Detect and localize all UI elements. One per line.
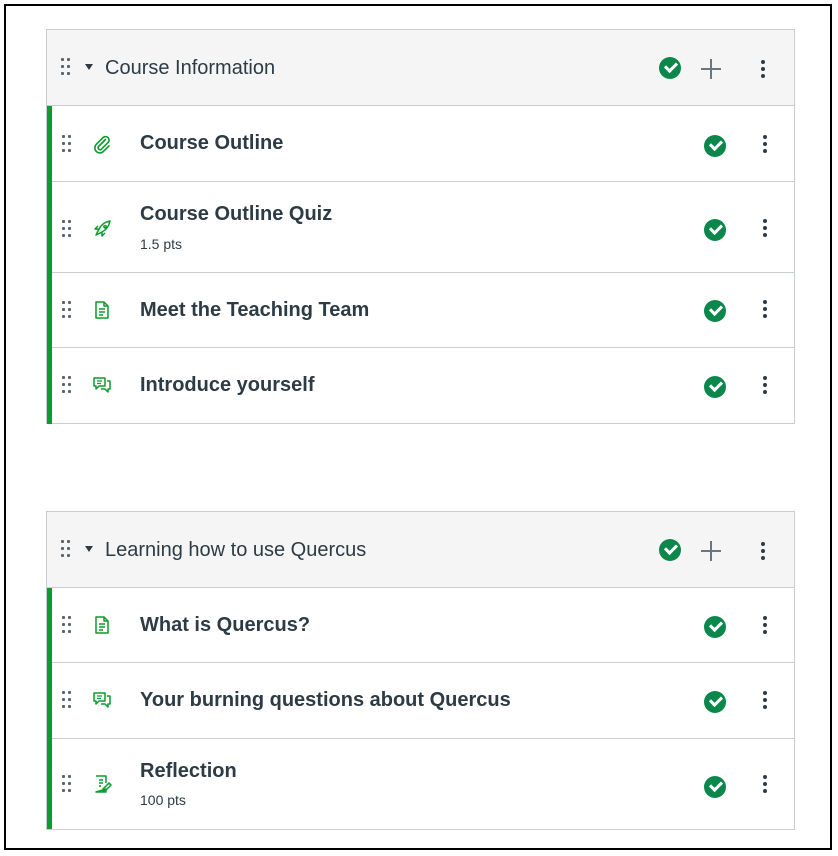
- published-check-icon[interactable]: [704, 776, 726, 798]
- published-check-icon[interactable]: [659, 57, 681, 79]
- module-item[interactable]: Your burning questions about Quercus: [52, 663, 794, 739]
- page-document-icon: [92, 300, 112, 320]
- item-points: 100 pts: [140, 792, 186, 808]
- drag-handle-icon[interactable]: [62, 691, 72, 709]
- drag-handle-icon[interactable]: [62, 301, 72, 319]
- published-check-icon[interactable]: [704, 135, 726, 157]
- item-points: 1.5 pts: [140, 236, 183, 252]
- module-items-list: What is Quercus? Your burning questions …: [47, 588, 794, 829]
- module-options-kebab-icon[interactable]: [761, 60, 765, 78]
- module-title: Learning how to use Quercus: [105, 539, 367, 561]
- item-title[interactable]: Course Outline: [140, 132, 283, 155]
- drag-handle-icon[interactable]: [61, 540, 71, 558]
- item-title[interactable]: Course Outline Quiz: [140, 203, 332, 226]
- module-header[interactable]: Course Information: [47, 30, 794, 106]
- drag-handle-icon[interactable]: [62, 775, 72, 793]
- item-options-kebab-icon[interactable]: [763, 376, 767, 394]
- item-title[interactable]: Introduce yourself: [140, 374, 314, 397]
- module-course-information: Course Information Course Outline Course…: [46, 29, 795, 424]
- add-item-plus-icon[interactable]: [701, 541, 721, 561]
- discussion-icon: [92, 375, 112, 395]
- discussion-icon: [92, 690, 112, 710]
- module-learning-quercus: Learning how to use Quercus What is Quer…: [46, 511, 795, 830]
- add-item-plus-icon[interactable]: [701, 59, 721, 79]
- page-document-icon: [92, 615, 112, 635]
- module-item[interactable]: Meet the Teaching Team: [52, 273, 794, 348]
- module-options-kebab-icon[interactable]: [761, 542, 765, 560]
- module-header[interactable]: Learning how to use Quercus: [47, 512, 794, 588]
- module-item[interactable]: Reflection 100 pts: [52, 739, 794, 829]
- item-title[interactable]: Reflection: [140, 760, 237, 783]
- drag-handle-icon[interactable]: [62, 135, 72, 153]
- item-options-kebab-icon[interactable]: [763, 616, 767, 634]
- published-check-icon[interactable]: [704, 300, 726, 322]
- item-options-kebab-icon[interactable]: [763, 691, 767, 709]
- item-options-kebab-icon[interactable]: [763, 775, 767, 793]
- published-check-icon[interactable]: [704, 616, 726, 638]
- published-check-icon[interactable]: [704, 376, 726, 398]
- item-options-kebab-icon[interactable]: [763, 219, 767, 237]
- module-item[interactable]: What is Quercus?: [52, 588, 794, 663]
- item-title[interactable]: Your burning questions about Quercus: [140, 689, 511, 712]
- drag-handle-icon[interactable]: [61, 58, 71, 76]
- module-item[interactable]: Course Outline Quiz 1.5 pts: [52, 182, 794, 273]
- drag-handle-icon[interactable]: [62, 616, 72, 634]
- module-title: Course Information: [105, 57, 276, 79]
- quiz-rocket-icon: [92, 219, 112, 239]
- drag-handle-icon[interactable]: [62, 376, 72, 394]
- drag-handle-icon[interactable]: [62, 220, 72, 238]
- item-title[interactable]: What is Quercus?: [140, 614, 310, 637]
- module-item[interactable]: Introduce yourself: [52, 348, 794, 424]
- item-options-kebab-icon[interactable]: [763, 300, 767, 318]
- collapse-caret-icon[interactable]: [85, 64, 93, 70]
- module-item[interactable]: Course Outline: [52, 106, 794, 182]
- published-check-icon[interactable]: [659, 539, 681, 561]
- published-check-icon[interactable]: [704, 691, 726, 713]
- item-options-kebab-icon[interactable]: [763, 135, 767, 153]
- attachment-icon: [92, 134, 112, 154]
- item-title[interactable]: Meet the Teaching Team: [140, 299, 369, 322]
- collapse-caret-icon[interactable]: [85, 546, 93, 552]
- assignment-icon: [92, 774, 112, 794]
- module-items-list: Course Outline Course Outline Quiz 1.5 p…: [47, 106, 794, 424]
- published-check-icon[interactable]: [704, 219, 726, 241]
